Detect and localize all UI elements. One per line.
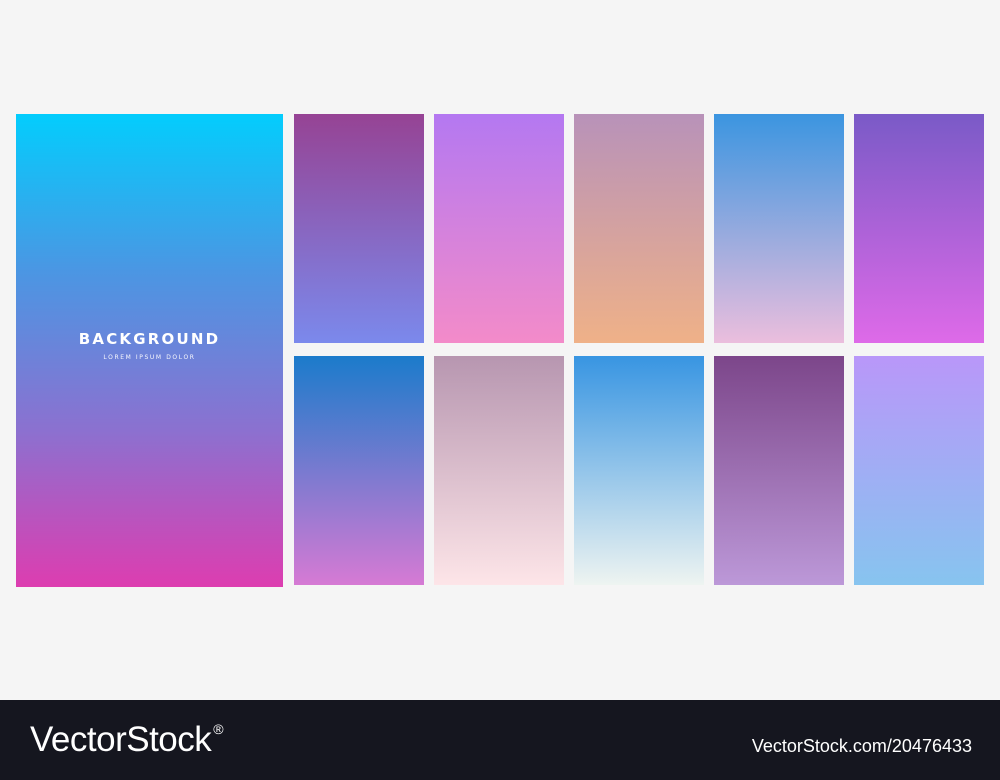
image-reference: VectorStock.com/20476433 (751, 736, 972, 756)
swatch-lavender-to-pink (434, 114, 564, 343)
hero-gradient-card: BACKGROUND LOREM IPSUM DOLOR (16, 114, 283, 587)
hero-subtitle: LOREM IPSUM DOLOR (103, 354, 196, 361)
gradient-canvas: BACKGROUND LOREM IPSUM DOLOR (0, 0, 1000, 700)
swatch-indigo-to-magenta (854, 114, 984, 343)
hero-title: BACKGROUND (78, 330, 221, 348)
swatch-sky-to-blush (714, 114, 844, 343)
registered-mark: ® (213, 721, 224, 737)
swatch-plum-to-periwinkle (294, 114, 424, 343)
footer-bar: VectorStock ® VectorStock.com/20476433 (0, 700, 1000, 780)
swatch-violet-to-light-blue (854, 356, 984, 585)
swatch-dusty-mauve-to-pale-pink (434, 356, 564, 585)
swatch-blue-to-mist (574, 356, 704, 585)
brand-logo: VectorStock ® (30, 720, 224, 760)
brand-name: VectorStock (30, 720, 212, 759)
swatch-blue-to-orchid (294, 356, 424, 585)
swatch-mauve-to-peach (574, 114, 704, 343)
swatch-purple-to-lilac (714, 356, 844, 585)
